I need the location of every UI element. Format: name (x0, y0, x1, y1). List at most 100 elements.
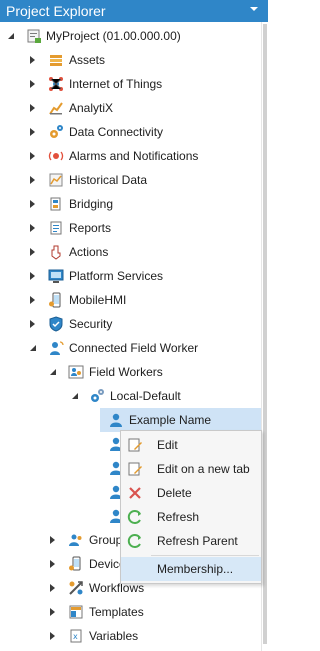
collapsed-icon[interactable] (30, 296, 35, 304)
connected-field-worker-icon (48, 340, 64, 356)
tree-node-label: Example Name (129, 413, 212, 427)
project-icon (26, 28, 42, 44)
collapsed-icon[interactable] (50, 536, 55, 544)
collapsed-icon[interactable] (30, 200, 35, 208)
tree-node-label: Local-Default (110, 389, 181, 403)
tree-node-field-workers[interactable]: Field Workers (0, 360, 262, 384)
menu-item-label: Refresh (157, 510, 200, 524)
collapsed-icon[interactable] (30, 104, 35, 112)
tree-node-variables[interactable]: x Variables (0, 624, 262, 648)
tree-node-label: AnalytiX (69, 101, 114, 115)
tree-node-actions[interactable]: Actions (0, 240, 262, 264)
collapsed-icon[interactable] (50, 584, 55, 592)
historical-data-icon (48, 172, 64, 188)
edit-icon (127, 437, 143, 453)
tree-node-example-name[interactable]: Example Name (0, 408, 262, 432)
tree-node-bridging[interactable]: Bridging (0, 192, 262, 216)
menu-item-label: Edit on a new tab (157, 462, 250, 476)
tree-node-label: Connected Field Worker (69, 341, 199, 355)
panel-menu-dropdown-icon[interactable] (250, 7, 258, 11)
menu-item-label: Delete (157, 486, 192, 500)
tree-node-label: Templates (89, 605, 144, 619)
groups-icon (68, 532, 84, 548)
collapsed-icon[interactable] (30, 176, 35, 184)
workflows-icon (68, 580, 84, 596)
mobilehmi-icon (48, 292, 64, 308)
menu-separator (151, 555, 259, 556)
expanded-icon[interactable] (72, 393, 78, 399)
bridging-icon (48, 196, 64, 212)
refresh-parent-icon (127, 533, 143, 549)
tree-node-local-default[interactable]: Local-Default (0, 384, 262, 408)
expanded-icon[interactable] (50, 369, 56, 375)
vertical-scrollbar[interactable] (261, 22, 268, 651)
expanded-icon[interactable] (8, 33, 14, 39)
delete-icon (127, 485, 143, 501)
tree-node-label: MobileHMI (69, 293, 127, 307)
tree-node-mobilehmi[interactable]: MobileHMI (0, 288, 262, 312)
refresh-icon (127, 509, 143, 525)
collapsed-icon[interactable] (30, 152, 35, 160)
collapsed-icon[interactable] (30, 248, 35, 256)
menu-item-membership[interactable]: Membership... (121, 557, 261, 581)
svg-text:x: x (73, 632, 78, 641)
tree-node-assets[interactable]: Assets (0, 48, 262, 72)
collapsed-icon[interactable] (30, 56, 35, 64)
alarm-icon (48, 148, 64, 164)
tree-node-templates[interactable]: Templates (0, 600, 262, 624)
collapsed-icon[interactable] (50, 608, 55, 616)
user-icon (108, 412, 124, 428)
menu-item-edit-new-tab[interactable]: Edit on a new tab (121, 457, 261, 481)
tree-node-label: Variables (89, 629, 139, 643)
collapsed-icon[interactable] (30, 224, 35, 232)
menu-item-refresh[interactable]: Refresh (121, 505, 261, 529)
menu-item-refresh-parent[interactable]: Refresh Parent (121, 529, 261, 553)
tree-node-security[interactable]: Security (0, 312, 262, 336)
tree-node-label: Historical Data (69, 173, 148, 187)
tree-node-label: Data Connectivity (69, 125, 164, 139)
tree-node-historical-data[interactable]: Historical Data (0, 168, 262, 192)
project-explorer-panel: Project Explorer MyProject (01.00.000.00… (0, 0, 268, 651)
menu-item-edit[interactable]: Edit (121, 433, 261, 457)
context-menu: Edit Edit on a new tab Delete Refresh Re… (120, 430, 262, 584)
collapsed-icon[interactable] (30, 80, 35, 88)
collapsed-icon[interactable] (50, 560, 55, 568)
tree-node-label: Assets (69, 53, 106, 67)
collapsed-icon[interactable] (30, 272, 35, 280)
tree-node-root[interactable]: MyProject (01.00.000.00) (0, 24, 262, 48)
collapsed-icon[interactable] (50, 632, 55, 640)
tree-node-label: Bridging (69, 197, 114, 211)
reports-icon (48, 220, 64, 236)
menu-item-delete[interactable]: Delete (121, 481, 261, 505)
tree-node-platform-services[interactable]: Platform Services (0, 264, 262, 288)
gear-icon (89, 388, 105, 404)
actions-icon (48, 244, 64, 260)
tree-node-analytix[interactable]: AnalytiX (0, 96, 262, 120)
tree-node-reports[interactable]: Reports (0, 216, 262, 240)
menu-item-label: Edit (157, 438, 178, 452)
iot-icon (48, 76, 64, 92)
assets-icon (48, 52, 64, 68)
variables-icon: x (68, 628, 84, 644)
tree-node-label: Actions (69, 245, 109, 259)
tree-node-label: Platform Services (69, 269, 164, 283)
platform-services-icon (48, 268, 64, 284)
panel-title-bar: Project Explorer (0, 0, 268, 22)
field-workers-icon (68, 364, 84, 380)
tree-node-data-connectivity[interactable]: Data Connectivity (0, 120, 262, 144)
tree-node-internet-of-things[interactable]: Internet of Things (0, 72, 262, 96)
analytix-icon (48, 100, 64, 116)
tree-node-label: Alarms and Notifications (69, 149, 199, 163)
collapsed-icon[interactable] (30, 128, 35, 136)
tree-node-connected-field-worker[interactable]: Connected Field Worker (0, 336, 262, 360)
tree-node-label: MyProject (01.00.000.00) (46, 29, 181, 43)
shield-icon (48, 316, 64, 332)
scrollbar-thumb[interactable] (263, 24, 267, 644)
tree-node-label: Reports (69, 221, 112, 235)
tree-node-alarms[interactable]: Alarms and Notifications (0, 144, 262, 168)
expanded-icon[interactable] (30, 345, 36, 351)
data-connectivity-icon (48, 124, 64, 140)
collapsed-icon[interactable] (30, 320, 35, 328)
menu-item-label: Refresh Parent (157, 534, 238, 548)
tree-node-label: Internet of Things (69, 77, 163, 91)
